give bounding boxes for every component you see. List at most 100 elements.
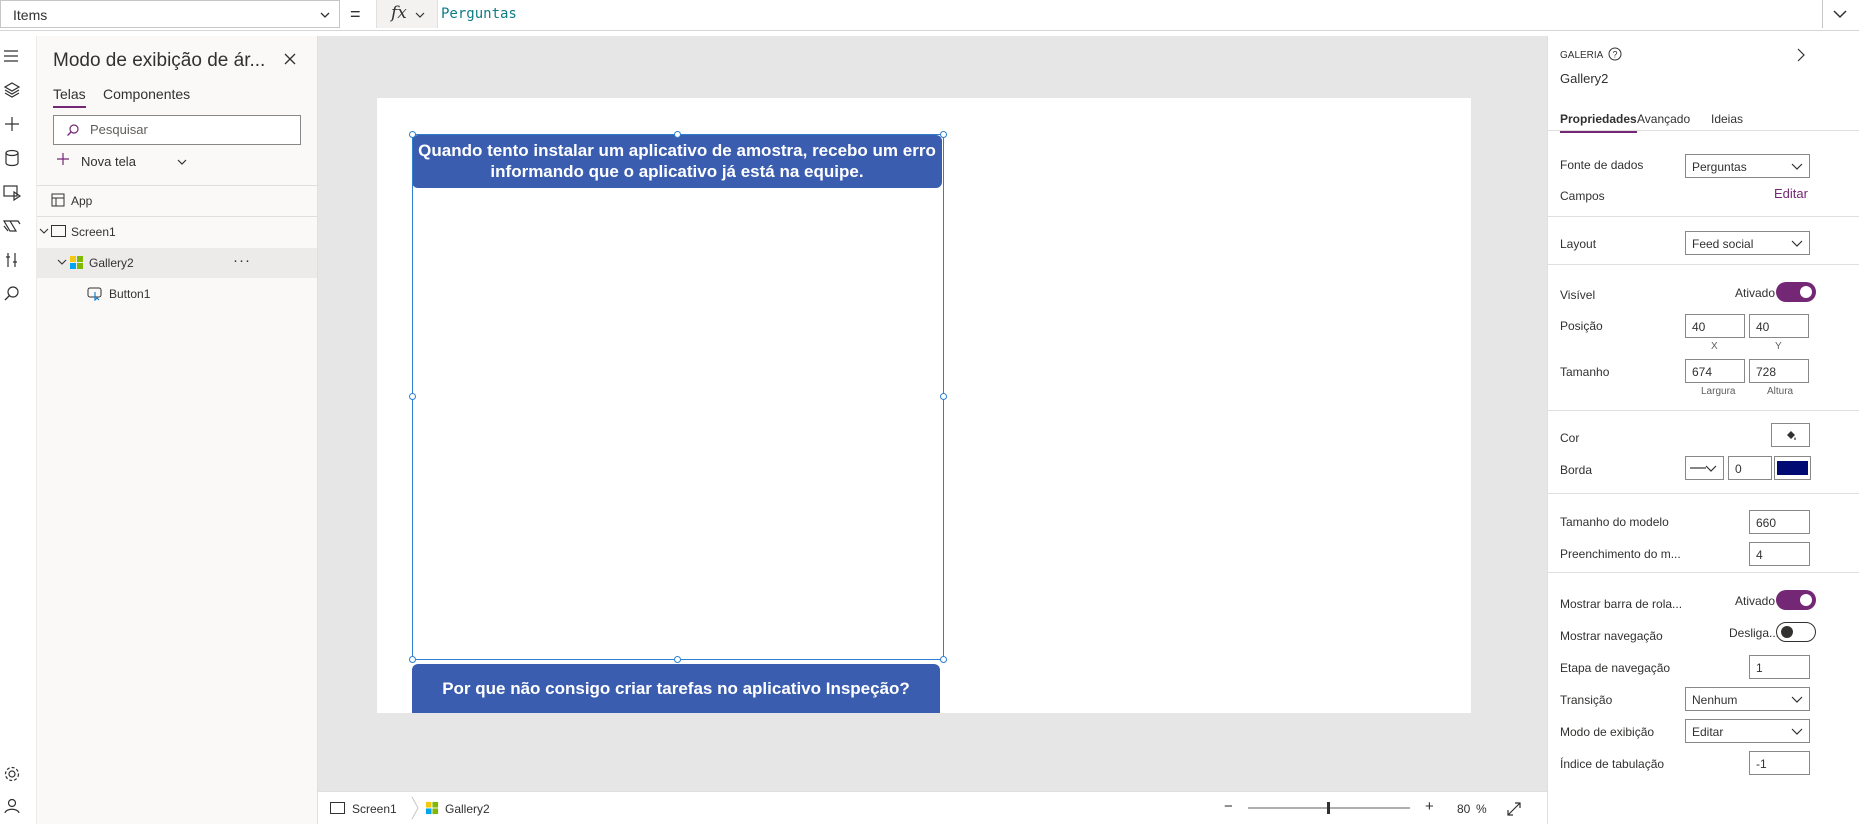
gallery-selection-frame[interactable]: [412, 134, 944, 660]
width-input[interactable]: 674: [1685, 359, 1745, 383]
resize-handle[interactable]: [409, 393, 416, 400]
tab-screens[interactable]: Telas: [53, 86, 86, 108]
navigation-state: Desliga...: [1729, 626, 1780, 640]
chevron-down-icon[interactable]: [39, 226, 49, 236]
tree-item-label: Screen1: [71, 225, 116, 239]
zoom-out-button[interactable]: −: [1224, 798, 1233, 815]
help-icon[interactable]: ?: [1608, 47, 1622, 61]
tab-index-value: -1: [1756, 757, 1767, 771]
screen-canvas[interactable]: Quando tento instalar um aplicativo de a…: [377, 98, 1471, 713]
fit-to-window-icon[interactable]: [1507, 802, 1521, 816]
resize-handle[interactable]: [409, 656, 416, 663]
template-size-input[interactable]: 660: [1749, 510, 1810, 534]
breadcrumb-screen[interactable]: Screen1: [352, 802, 397, 816]
nav-step-input[interactable]: 1: [1749, 655, 1810, 679]
tab-properties[interactable]: Propriedades: [1560, 112, 1637, 133]
resize-handle[interactable]: [940, 131, 947, 138]
media-icon[interactable]: [0, 180, 24, 204]
fields-label: Campos: [1560, 189, 1605, 203]
tree-item-label: Button1: [109, 287, 151, 301]
gallery-icon: [425, 801, 439, 815]
navigation-toggle[interactable]: [1776, 622, 1816, 642]
nav-step-label: Etapa de navegação: [1560, 661, 1671, 675]
data-icon[interactable]: [0, 146, 24, 170]
search-field[interactable]: [53, 115, 301, 145]
search-icon[interactable]: [0, 282, 24, 306]
position-x-value: 40: [1692, 320, 1706, 334]
layout-label: Layout: [1560, 237, 1597, 251]
fx-button[interactable]: fx: [376, 0, 438, 28]
plus-icon: [57, 153, 69, 165]
resize-handle[interactable]: [409, 131, 416, 138]
zoom-slider-thumb[interactable]: [1327, 802, 1330, 814]
tab-advanced[interactable]: Avançado: [1637, 112, 1690, 126]
app-icon: [51, 193, 65, 207]
tree-item-button1[interactable]: Button1: [37, 279, 317, 309]
nav-step-value: 1: [1756, 661, 1763, 675]
advanced-tools-icon[interactable]: [0, 248, 24, 272]
data-source-value: Perguntas: [1692, 160, 1747, 174]
chevron-down-icon: [1791, 728, 1803, 735]
expand-formula-button[interactable]: [1822, 0, 1859, 28]
settings-icon[interactable]: [0, 762, 24, 786]
tree-view-icon[interactable]: [0, 78, 24, 102]
zoom-value: 80: [1457, 802, 1471, 816]
breadcrumb-gallery[interactable]: Gallery2: [445, 802, 490, 816]
resize-handle[interactable]: [940, 656, 947, 663]
screen-icon: [51, 225, 66, 237]
height-input[interactable]: 728: [1749, 359, 1809, 383]
zoom-in-button[interactable]: +: [1425, 798, 1434, 815]
zoom-slider[interactable]: [1248, 800, 1410, 816]
scrollbar-label: Mostrar barra de rola...: [1560, 597, 1683, 611]
border-color-picker[interactable]: [1774, 456, 1811, 480]
properties-panel: GALERIA ? Gallery2 Propriedades Avançado…: [1547, 36, 1859, 824]
control-name[interactable]: Gallery2: [1560, 71, 1608, 86]
color-picker[interactable]: [1771, 423, 1810, 447]
power-automate-icon[interactable]: [0, 214, 24, 238]
tree-view-panel: Modo de exibição de ár... Telas Componen…: [37, 36, 318, 824]
position-y-value: 40: [1756, 320, 1770, 334]
close-icon[interactable]: [283, 52, 297, 66]
property-dropdown[interactable]: Items: [0, 0, 340, 28]
position-label: Posição: [1560, 319, 1603, 333]
data-source-dropdown[interactable]: Perguntas: [1685, 154, 1810, 178]
position-y-input[interactable]: 40: [1749, 314, 1809, 338]
breadcrumb-separator-icon: [411, 796, 419, 820]
edit-fields-link[interactable]: Editar: [1774, 186, 1808, 201]
chevron-down-icon[interactable]: [57, 257, 67, 267]
border-thickness-input[interactable]: 0: [1728, 456, 1772, 480]
insert-icon[interactable]: [0, 112, 24, 136]
template-padding-input[interactable]: 4: [1749, 542, 1810, 566]
border-thickness-value: 0: [1735, 462, 1742, 476]
tab-index-input[interactable]: -1: [1749, 751, 1810, 775]
canvas-area: Quando tento instalar um aplicativo de a…: [318, 36, 1547, 791]
virtual-agent-icon[interactable]: [0, 794, 24, 818]
tree-item-screen1[interactable]: Screen1: [37, 217, 317, 247]
visible-toggle[interactable]: [1776, 282, 1816, 302]
layout-dropdown[interactable]: Feed social: [1685, 231, 1810, 255]
gallery-item-button[interactable]: Por que não consigo criar tarefas no apl…: [412, 664, 940, 713]
tab-ideas[interactable]: Ideias: [1711, 112, 1743, 126]
position-x-input[interactable]: 40: [1685, 314, 1745, 338]
chevron-down-icon: [415, 12, 425, 18]
formula-input[interactable]: Perguntas: [441, 6, 517, 22]
chevron-down-icon: [1705, 465, 1717, 472]
border-style-dropdown[interactable]: [1685, 456, 1724, 480]
resize-handle[interactable]: [940, 393, 947, 400]
scrollbar-toggle[interactable]: [1776, 590, 1816, 610]
tree-item-app[interactable]: App: [37, 186, 317, 216]
transition-dropdown[interactable]: Nenhum: [1685, 687, 1810, 711]
tree-item-gallery2[interactable]: Gallery2 ···: [37, 248, 317, 278]
resize-handle[interactable]: [674, 656, 681, 663]
display-mode-dropdown[interactable]: Editar: [1685, 719, 1810, 743]
search-input[interactable]: [88, 121, 292, 138]
resize-handle[interactable]: [674, 131, 681, 138]
tab-components[interactable]: Componentes: [103, 86, 190, 102]
formula-bar: Items = fx Perguntas: [0, 0, 1859, 31]
more-options-icon[interactable]: ···: [233, 252, 251, 269]
chevron-right-icon[interactable]: [1796, 48, 1806, 62]
border-style-line-icon: [1690, 467, 1706, 469]
divider: [1548, 264, 1859, 265]
hamburger-menu-icon[interactable]: [0, 44, 24, 68]
divider: [1548, 130, 1859, 131]
